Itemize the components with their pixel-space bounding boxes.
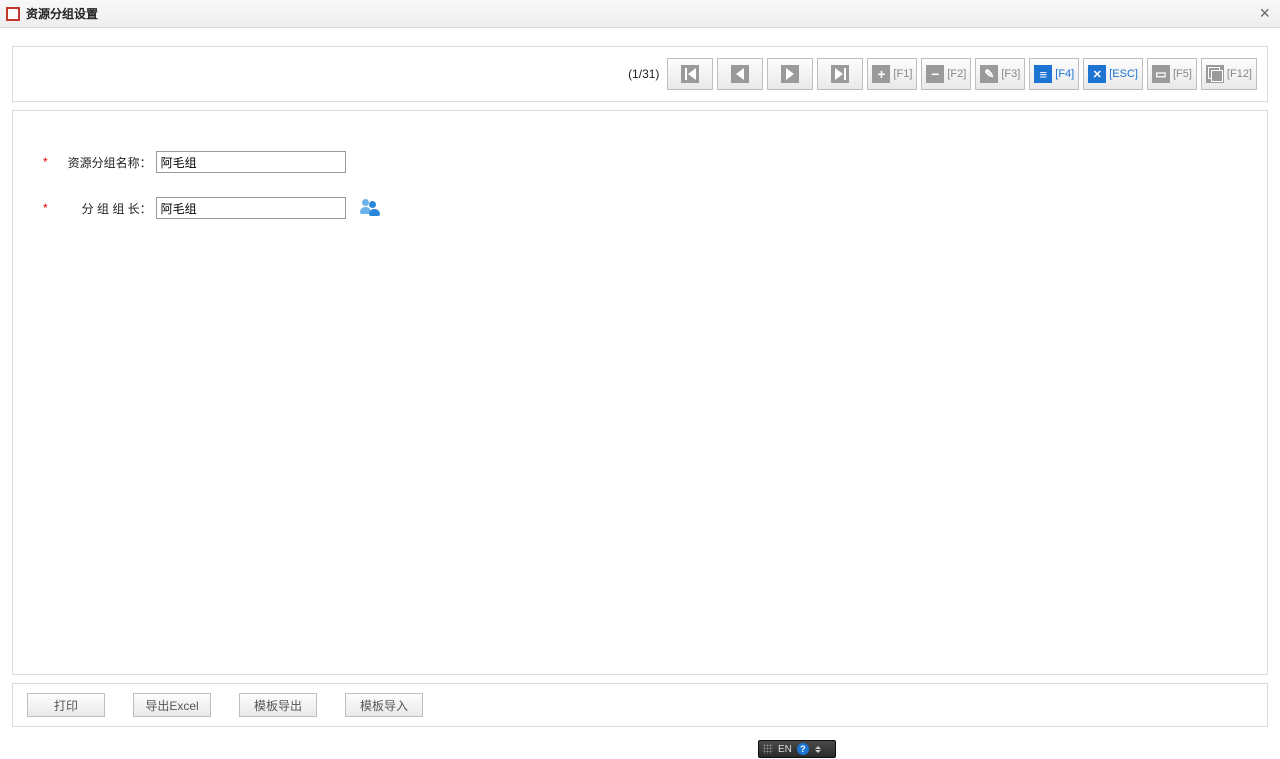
ime-lang: EN	[778, 744, 792, 755]
pencil-icon	[980, 65, 998, 83]
first-icon	[685, 68, 696, 80]
form-panel: * 资源分组名称： * 分 组 组 长：	[12, 110, 1268, 675]
window-titlebar: 资源分组设置 ×	[0, 0, 1280, 28]
add-button[interactable]: [F1]	[867, 58, 917, 90]
first-button[interactable]	[667, 58, 713, 90]
group-name-input[interactable]	[156, 151, 346, 173]
app-icon	[6, 7, 20, 21]
export-button[interactable]: [F12]	[1201, 58, 1257, 90]
edit-button[interactable]: [F3]	[975, 58, 1025, 90]
export-excel-button[interactable]: 导出Excel	[133, 693, 211, 717]
group-leader-label: 分 组 组 长：	[52, 200, 152, 217]
close-icon[interactable]: ×	[1255, 3, 1274, 24]
row-group-name: * 资源分组名称：	[43, 151, 1237, 173]
list-button[interactable]: [F5]	[1147, 58, 1197, 90]
footer-panel: 打印 导出Excel 模板导出 模板导入	[12, 683, 1268, 727]
ime-toolbar[interactable]: EN ?	[758, 740, 836, 758]
cancel-button[interactable]: [ESC]	[1083, 58, 1143, 90]
group-leader-input[interactable]	[156, 197, 346, 219]
toolbar-panel: (1/31) [F1] [F2] [F3] [F4] [ESC] [F5] [F…	[12, 46, 1268, 102]
remove-label: [F2]	[947, 68, 966, 80]
cancel-label: [ESC]	[1109, 68, 1138, 80]
save-label: [F4]	[1055, 68, 1074, 80]
ime-help-icon[interactable]: ?	[797, 743, 809, 755]
list-label: [F5]	[1173, 68, 1192, 80]
record-counter: (1/31)	[628, 67, 659, 81]
ime-caret-icon[interactable]	[814, 746, 822, 753]
edit-label: [F3]	[1001, 68, 1020, 80]
plus-icon	[872, 65, 890, 83]
people-picker-icon[interactable]	[360, 199, 382, 217]
last-icon	[835, 68, 846, 80]
template-import-button[interactable]: 模板导入	[345, 693, 423, 717]
row-group-leader: * 分 组 组 长：	[43, 197, 1237, 219]
ime-grip-icon	[763, 744, 773, 754]
next-button[interactable]	[767, 58, 813, 90]
prev-button[interactable]	[717, 58, 763, 90]
export-label: [F12]	[1227, 68, 1252, 80]
minus-icon	[926, 65, 944, 83]
template-export-button[interactable]: 模板导出	[239, 693, 317, 717]
window-title: 资源分组设置	[26, 5, 98, 22]
last-button[interactable]	[817, 58, 863, 90]
required-mark: *	[43, 155, 48, 169]
print-button[interactable]: 打印	[27, 693, 105, 717]
toolbar-buttons: [F1] [F2] [F3] [F4] [ESC] [F5] [F12]	[667, 58, 1257, 90]
prev-icon	[736, 68, 744, 80]
save-icon	[1034, 65, 1052, 83]
required-mark: *	[43, 201, 48, 215]
group-name-label: 资源分组名称：	[52, 154, 152, 171]
list-icon	[1152, 65, 1170, 83]
export-icon	[1206, 65, 1224, 83]
save-button[interactable]: [F4]	[1029, 58, 1079, 90]
next-icon	[786, 68, 794, 80]
add-label: [F1]	[893, 68, 912, 80]
remove-button[interactable]: [F2]	[921, 58, 971, 90]
cancel-icon	[1088, 65, 1106, 83]
